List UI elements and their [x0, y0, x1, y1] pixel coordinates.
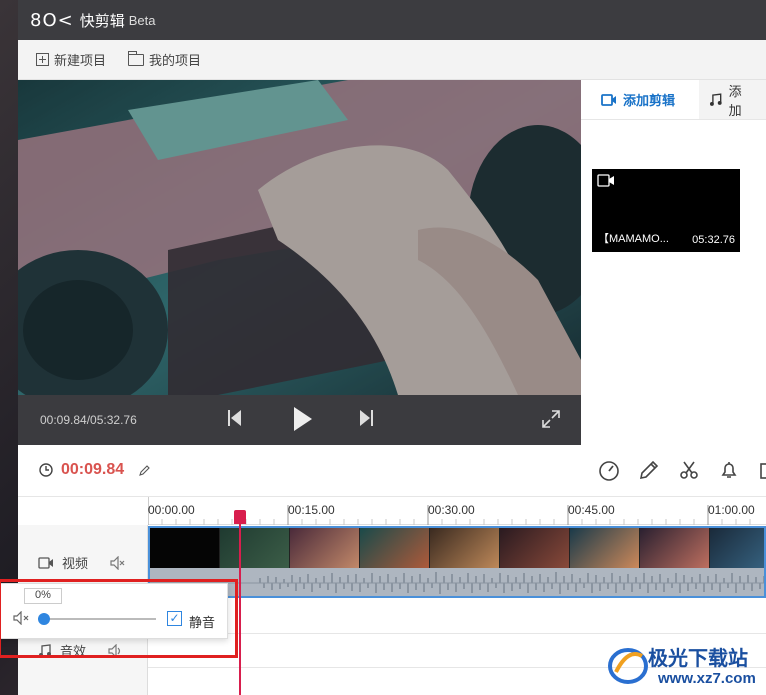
- playhead-handle[interactable]: [234, 510, 246, 524]
- bell-icon[interactable]: [718, 459, 740, 481]
- music-note-icon: [709, 92, 722, 106]
- video-thumbnail: [290, 528, 360, 568]
- media-clip-card[interactable]: 【MAMAMO... 05:32.76: [592, 169, 740, 252]
- play-icon: [294, 407, 312, 431]
- watermark-url: www.xz7.com: [658, 670, 756, 687]
- mute-icon[interactable]: [110, 555, 126, 570]
- playhead-line: [239, 510, 241, 695]
- skip-back-icon: [228, 410, 241, 426]
- play-button[interactable]: [294, 407, 312, 434]
- audio-waveform: [150, 572, 764, 594]
- player-time: 00:09.84/05:32.76: [40, 413, 137, 427]
- ruler-label: 00:45.00: [568, 503, 615, 517]
- video-thumbnail: [150, 528, 220, 568]
- video-thumbnail: [710, 528, 764, 568]
- tab-add-music[interactable]: 添加: [699, 80, 766, 119]
- folder-icon: [128, 50, 145, 66]
- tab-add-clip-label: 添加剪辑: [623, 93, 676, 108]
- scissors-icon[interactable]: [678, 459, 700, 481]
- my-projects-button[interactable]: 我的项目: [128, 50, 201, 69]
- fullscreen-button[interactable]: [542, 410, 560, 431]
- panel-tabs: 添加剪辑 添加: [581, 80, 766, 120]
- video-thumbnail: [500, 528, 570, 568]
- new-project-label: 新建项目: [54, 53, 107, 68]
- video-track-label: 视频: [38, 553, 126, 572]
- preview-frame-image: [18, 80, 581, 395]
- clip-name: 【MAMAMO...: [598, 233, 669, 245]
- beta-badge: Beta: [128, 12, 156, 28]
- tab-add-clip[interactable]: 添加剪辑: [581, 80, 700, 119]
- speed-icon[interactable]: [598, 459, 620, 481]
- watermark-name: 极光下载站: [648, 648, 748, 670]
- edit-time-icon[interactable]: [139, 465, 150, 476]
- video-camera-icon: [38, 556, 53, 569]
- pencil-icon[interactable]: [638, 459, 660, 481]
- clip-duration: 05:32.76: [692, 234, 735, 246]
- video-preview[interactable]: [18, 80, 581, 395]
- watermark-logo-icon: [608, 648, 648, 684]
- project-toolbar: 新建项目 我的项目: [18, 40, 766, 80]
- video-thumbnail: [360, 528, 430, 568]
- more-tool-icon[interactable]: [758, 459, 766, 481]
- timeline-header: 00:09.84: [18, 445, 766, 497]
- next-frame-button[interactable]: [359, 409, 373, 430]
- video-camera-icon: [601, 93, 616, 106]
- player-controls: 00:09.84/05:32.76: [18, 395, 581, 445]
- my-projects-label: 我的项目: [149, 53, 202, 68]
- plus-icon: [36, 53, 49, 66]
- ruler-label: 01:00.00: [708, 503, 755, 517]
- video-track-name: 视频: [62, 556, 89, 571]
- app-title: 快剪辑: [79, 12, 125, 30]
- skip-forward-icon: [360, 410, 373, 426]
- app-logo: 8O<: [30, 9, 74, 31]
- expand-icon: [542, 410, 560, 428]
- ruler-label: 00:15.00: [288, 503, 335, 517]
- title-bar: 8O< 快剪辑 Beta: [18, 0, 766, 40]
- new-project-button[interactable]: 新建项目: [36, 50, 106, 69]
- video-thumbnail: [640, 528, 710, 568]
- ruler-label: 00:00.00: [148, 503, 195, 517]
- current-time: 00:09.84: [61, 461, 125, 478]
- tab-add-music-label: 添加: [728, 83, 742, 118]
- video-thumbnail: [570, 528, 640, 568]
- video-thumbnail: [430, 528, 500, 568]
- ruler-label: 00:30.00: [428, 503, 475, 517]
- site-watermark: 极光下载站 www.xz7.com: [606, 640, 766, 695]
- video-camera-icon: [597, 174, 614, 187]
- video-thumbnail: [220, 528, 290, 568]
- highlight-box: [0, 579, 238, 658]
- prev-frame-button[interactable]: [228, 409, 242, 430]
- media-panel: 添加剪辑 添加 【MAMAMO... 05:32.76: [581, 80, 766, 445]
- clock-icon: [39, 463, 53, 477]
- timeline-tools: [598, 459, 766, 481]
